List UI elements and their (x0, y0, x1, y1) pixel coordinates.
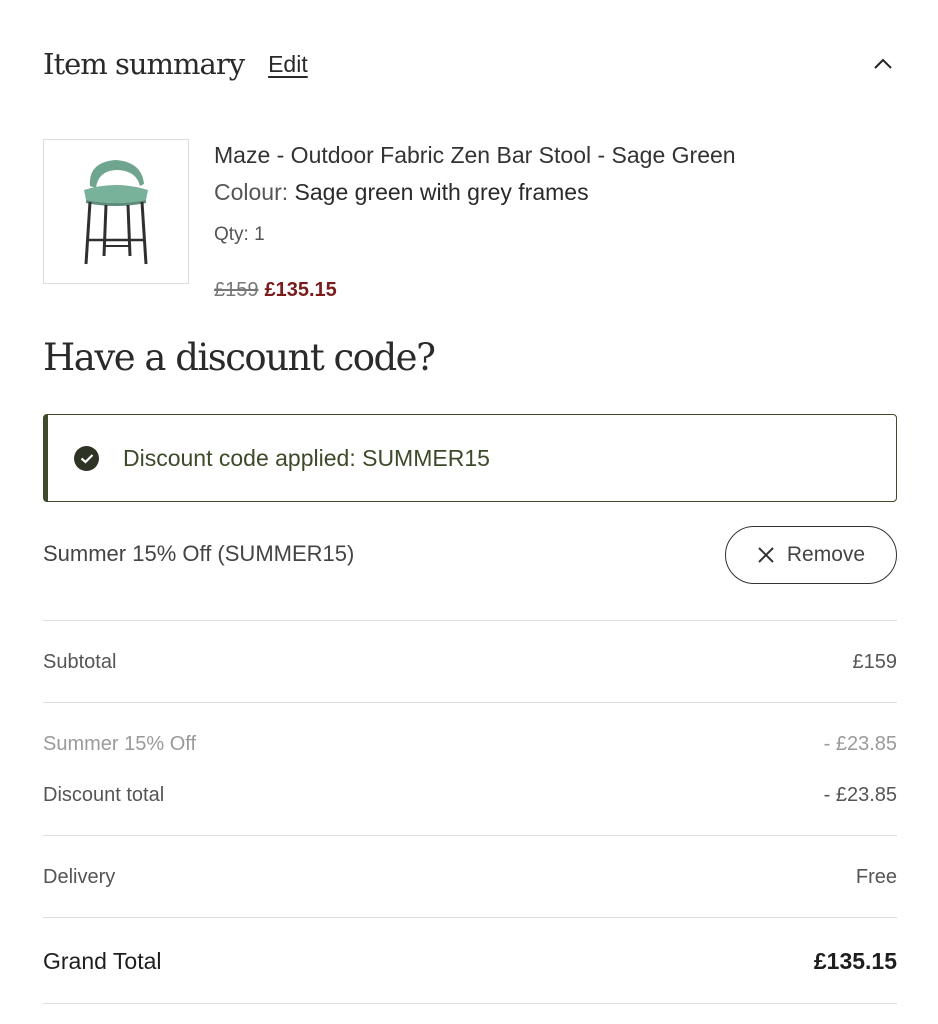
delivery-label: Delivery (43, 866, 116, 888)
promo-value: - £23.85 (823, 733, 897, 755)
divider (43, 1003, 897, 1004)
original-price: £159 (214, 279, 259, 301)
discount-total-label: Discount total (43, 784, 165, 806)
applied-code-name: Summer 15% Off (SUMMER15) (43, 541, 355, 566)
subtotal-value: £159 (852, 651, 898, 673)
colour-value: Sage green with grey frames (294, 179, 589, 205)
item-summary-title: Item summary (43, 47, 245, 81)
discount-heading: Have a discount code? (43, 336, 436, 379)
grand-total-label: Grand Total (43, 948, 162, 974)
divider (43, 917, 897, 918)
promo-label: Summer 15% Off (43, 733, 197, 755)
colour-label: Colour: (214, 179, 289, 205)
product-thumbnail (43, 139, 189, 284)
divider (43, 620, 897, 621)
check-circle-icon (74, 445, 99, 471)
discount-applied-message: Discount code applied: SUMMER15 (123, 444, 490, 471)
remove-discount-button[interactable]: Remove (725, 526, 897, 584)
discount-applied-banner: Discount code applied: SUMMER15 (43, 414, 897, 502)
collapse-button[interactable] (869, 50, 897, 78)
checkout-summary-page: Item summary Edit Maze - Outdoor Fabric … (0, 0, 938, 1024)
discount-total-value: - £23.85 (823, 784, 897, 806)
delivery-value: Free (855, 866, 897, 888)
chevron-up-icon (874, 58, 892, 69)
divider (43, 702, 897, 703)
divider (43, 835, 897, 836)
product-name: Maze - Outdoor Fabric Zen Bar Stool - Sa… (214, 142, 736, 168)
bar-stool-image (84, 159, 148, 264)
subtotal-label: Subtotal (43, 651, 117, 673)
product-colour: Colour: Sage green with grey frames (214, 179, 589, 206)
close-icon (758, 547, 774, 563)
edit-link[interactable]: Edit (268, 51, 308, 78)
sale-price: £135.15 (264, 279, 337, 301)
item-summary-header: Item summary Edit (43, 42, 897, 86)
product-price: £159 £135.15 (214, 279, 337, 302)
remove-label: Remove (786, 543, 866, 566)
product-quantity: Qty: 1 (214, 224, 265, 245)
grand-total-value: £135.15 (813, 948, 897, 974)
